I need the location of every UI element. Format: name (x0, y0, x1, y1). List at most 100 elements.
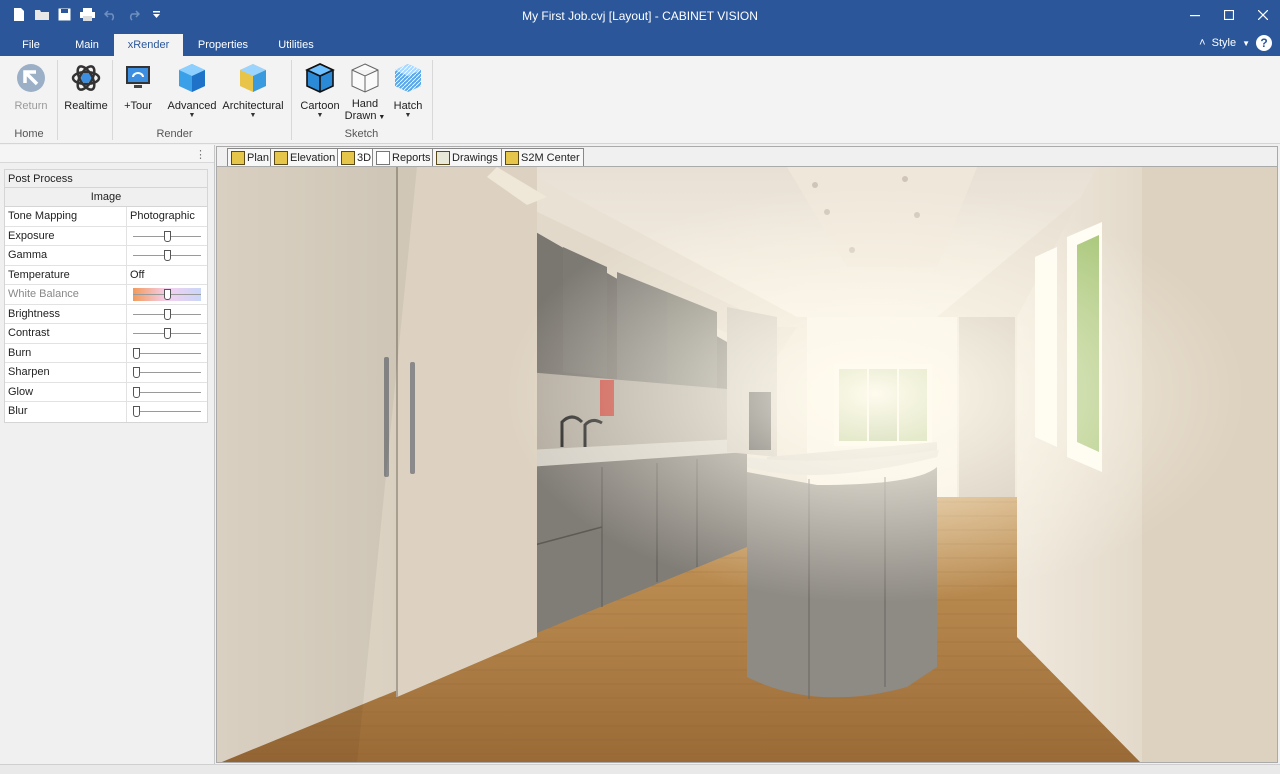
slider-thumb[interactable] (163, 289, 171, 300)
return-label: Return (14, 100, 48, 112)
gamma-slider[interactable] (127, 246, 207, 265)
tone-mapping-select[interactable]: Photographic (127, 207, 207, 226)
property-label: Exposure (5, 226, 127, 245)
slider-thumb[interactable] (163, 328, 171, 339)
cube-icon (179, 64, 205, 92)
burn-slider[interactable] (127, 344, 207, 363)
tab-file[interactable]: File (6, 34, 56, 56)
slider-thumb[interactable] (133, 367, 140, 378)
temperature-adjustment-select[interactable]: Off (127, 266, 207, 285)
property-label: Temperature Adjustment (5, 265, 127, 300)
wireframe-cube-icon (351, 63, 379, 93)
chevron-up-icon[interactable]: ˄ (1199, 37, 1205, 49)
dropdown-arrow-icon[interactable]: ▼ (219, 112, 287, 120)
group-label-home: Home (14, 128, 44, 140)
sharpen-slider[interactable] (127, 363, 207, 382)
return-button[interactable]: Return (1, 62, 61, 124)
hatch-cube-icon (395, 64, 421, 92)
property-label: Glow (5, 382, 127, 401)
property-label: Gamma (5, 246, 127, 265)
group-label-render: Render (156, 128, 193, 140)
tab-reports[interactable]: Reports (372, 148, 435, 167)
tab-label: Reports (392, 151, 431, 164)
hand-drawn-label: Drawn (344, 110, 377, 122)
advanced-label: Advanced (167, 100, 217, 112)
hatch-label: Hatch (393, 100, 423, 112)
dropdown-arrow-icon[interactable]: ▼ (378, 112, 438, 120)
property-label: Burn (5, 343, 127, 362)
realtime-button[interactable]: Realtime (56, 62, 116, 124)
advanced-button[interactable]: Advanced ▼ (162, 62, 222, 124)
help-icon[interactable]: ? (1256, 35, 1272, 51)
tab-main[interactable]: Main (62, 34, 112, 56)
tab-plan[interactable]: Plan (227, 148, 274, 167)
tab-label: Plan (247, 151, 270, 164)
post-process-panel: Post Process Image Tone Mapping Photogra… (4, 169, 208, 423)
property-label: White Balance (5, 285, 127, 304)
slider-thumb[interactable] (163, 230, 171, 242)
white-balance-slider[interactable] (127, 285, 207, 304)
reports-icon (376, 150, 390, 165)
realtime-atom-icon (71, 65, 101, 91)
monitor-icon (126, 66, 150, 88)
exposure-slider[interactable] (127, 227, 207, 246)
property-row: Glow (5, 382, 207, 402)
property-label: Brightness (5, 304, 127, 323)
minimize-button[interactable] (1178, 0, 1212, 30)
tab-label: 3D (357, 151, 372, 164)
tour-label: +Tour (124, 100, 152, 112)
plan-icon (231, 150, 245, 165)
chevron-down-icon[interactable]: ▼ (1242, 39, 1250, 48)
title-bar: My First Job.cvj [Layout] - CABINET VISI… (0, 0, 1280, 32)
tab-s2m-center[interactable]: S2M Center (501, 148, 584, 167)
view-tab-bar: Plan Elevation 3D Reports Drawings S2M C… (216, 146, 1278, 167)
elevation-icon (274, 150, 288, 165)
tab-elevation[interactable]: Elevation (270, 148, 340, 167)
slider-thumb[interactable] (163, 250, 171, 261)
property-row: Tone Mapping Photographic (5, 207, 207, 227)
status-bar (0, 764, 1280, 774)
architectural-label: Architectural (222, 100, 284, 112)
property-row: Blur (5, 402, 207, 422)
slider-thumb[interactable] (163, 308, 171, 320)
slider-thumb[interactable] (133, 386, 140, 398)
close-button[interactable] (1246, 0, 1280, 30)
architectural-button[interactable]: Architectural ▼ (219, 62, 287, 124)
property-row: Brightness (5, 304, 207, 324)
tab-drawings[interactable]: Drawings (432, 148, 502, 167)
tab-properties[interactable]: Properties (188, 34, 258, 56)
glow-slider[interactable] (127, 383, 207, 402)
tab-utilities[interactable]: Utilities (266, 34, 326, 56)
property-label: Tone Mapping (5, 207, 127, 226)
group-label-sketch: Sketch (344, 128, 379, 140)
property-row: White Balance (5, 285, 207, 305)
blur-slider[interactable] (127, 402, 207, 422)
return-arrow-icon (17, 64, 45, 92)
cube-3d-icon (341, 150, 355, 165)
tab-label: S2M Center (521, 151, 580, 164)
hatch-button[interactable]: Hatch ▼ (378, 62, 438, 124)
brightness-slider[interactable] (127, 305, 207, 324)
slider-thumb[interactable] (133, 406, 140, 417)
slider-thumb[interactable] (133, 347, 140, 359)
tab-xrender[interactable]: xRender (114, 34, 183, 56)
tab-label: Drawings (452, 151, 498, 164)
maximize-button[interactable] (1212, 0, 1246, 30)
property-row: Sharpen (5, 363, 207, 383)
dropdown-arrow-icon[interactable]: ▼ (162, 112, 222, 120)
more-options-icon[interactable]: ⋮ (195, 148, 206, 161)
property-row: Burn (5, 343, 207, 363)
property-row: Contrast (5, 324, 207, 344)
realtime-label: Realtime (64, 100, 108, 112)
tab-3d[interactable]: 3D (337, 148, 376, 167)
tour-button[interactable]: +Tour (108, 62, 168, 124)
left-panel: ⋮ Post Process Image Tone Mapping Photog… (0, 145, 215, 765)
contrast-slider[interactable] (127, 324, 207, 343)
window-title: My First Job.cvj [Layout] - CABINET VISI… (522, 9, 758, 23)
ribbon-tab-bar: File Main xRender Properties Utilities ˄… (0, 32, 1280, 56)
property-row: Temperature Adjustment Off (5, 265, 207, 300)
property-label: Contrast (5, 324, 127, 343)
cube-icon (240, 64, 266, 92)
style-menu[interactable]: Style (1212, 37, 1236, 49)
3d-viewport[interactable] (216, 166, 1278, 763)
